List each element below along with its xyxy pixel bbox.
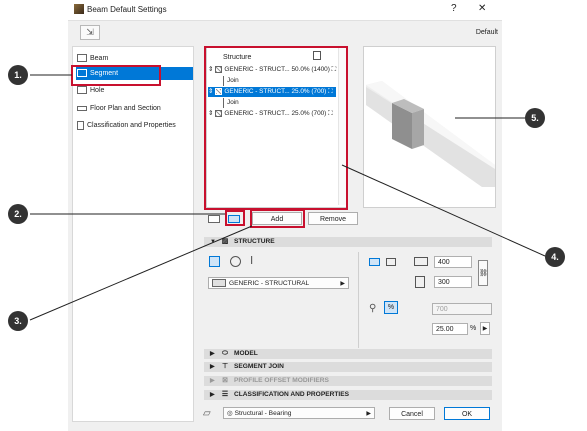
favorites-icon[interactable]: ⇲ xyxy=(80,25,100,40)
expand-arrow-icon: ▶ xyxy=(210,364,215,370)
chain-link-icon[interactable]: ⛓ xyxy=(478,260,488,286)
layer-dropdown[interactable]: ◎ Structural - Bearing ▶ xyxy=(223,407,375,419)
beam-preview-image xyxy=(366,81,495,187)
segment-view-icon[interactable] xyxy=(208,215,220,223)
collapse-arrow-icon: ▼ xyxy=(210,239,216,245)
length-field: 700 xyxy=(432,303,492,315)
rectangular-shape-icon[interactable] xyxy=(209,256,220,267)
tree-item-label: Classification and Properties xyxy=(87,122,176,129)
callout-5: 5. xyxy=(525,108,545,128)
help-button[interactable]: ? xyxy=(451,3,457,14)
lock-length-icon[interactable]: ⚲ xyxy=(369,303,376,314)
classification-section-header[interactable]: ▶ ☰ CLASSIFICATION AND PROPERTIES xyxy=(204,390,492,400)
segment-preview[interactable] xyxy=(363,46,496,208)
highlight-segment xyxy=(71,65,161,86)
expand-arrow-icon: ▶ xyxy=(210,378,215,384)
callout-3: 3. xyxy=(8,311,28,331)
cancel-button[interactable]: Cancel xyxy=(389,407,435,420)
callout-4: 4. xyxy=(545,247,565,267)
classification-icon xyxy=(77,120,84,130)
section-title: MODEL xyxy=(234,350,258,357)
panel-divider xyxy=(358,252,359,348)
classification-icon: ☰ xyxy=(221,391,229,398)
tree-item-beam[interactable]: Beam xyxy=(77,52,108,65)
title-bar: Beam Default Settings ? ✕ xyxy=(68,0,502,20)
window-title: Beam Default Settings xyxy=(87,5,167,14)
dropdown-arrow-icon: ▶ xyxy=(366,411,371,417)
segment-join-section-header[interactable]: ▶ ⊤ SEGMENT JOIN xyxy=(204,362,492,372)
default-label: Default xyxy=(475,29,498,36)
percent-menu-arrow-icon[interactable]: ▶ xyxy=(480,322,490,335)
model-section-header[interactable]: ▶ ⬭ MODEL xyxy=(204,349,492,359)
expand-arrow-icon: ▶ xyxy=(210,392,215,398)
model-section-icon: ⬭ xyxy=(222,350,228,357)
tree-item-floor-plan[interactable]: Floor Plan and Section xyxy=(77,102,161,115)
highlight-add-button xyxy=(250,209,305,228)
hole-icon xyxy=(77,86,87,95)
callout-2: 2. xyxy=(8,204,28,224)
profile-offset-section-header: ▶ ⊠ PROFILE OFFSET MODIFIERS xyxy=(204,376,492,386)
material-dropdown[interactable]: GENERIC - STRUCTURAL ▶ xyxy=(208,277,349,289)
width-dimension-icon xyxy=(414,257,428,266)
percent-unit: % xyxy=(470,325,477,332)
app-icon xyxy=(74,4,84,14)
circular-shape-icon[interactable] xyxy=(230,256,241,267)
height-dimension-icon xyxy=(415,276,425,288)
tree-item-label: Hole xyxy=(90,87,105,94)
remove-button[interactable]: Remove xyxy=(308,212,358,225)
tree-item-label: Beam xyxy=(90,55,109,62)
title-divider xyxy=(68,20,502,21)
callout-1: 1. xyxy=(8,65,28,85)
structure-section-header[interactable]: ▼ ▨ STRUCTURE xyxy=(204,237,492,247)
highlight-view-icon xyxy=(225,210,245,226)
tree-item-classification[interactable]: Classification and Properties xyxy=(77,119,176,132)
profile-shape-icon[interactable]: Ⅰ xyxy=(250,254,253,267)
tree-item-label: Floor Plan and Section xyxy=(90,105,161,112)
floor-plan-icon xyxy=(77,105,87,111)
structure-section-icon: ▨ xyxy=(221,238,229,245)
percent-mode-icon[interactable]: % xyxy=(384,301,398,314)
beam-icon xyxy=(77,54,87,63)
height-field[interactable]: 300 xyxy=(434,276,472,288)
percent-field[interactable]: 25.00 xyxy=(432,323,468,335)
layer-icon: ▱ xyxy=(203,408,211,419)
segment-join-icon: ⊤ xyxy=(221,363,229,370)
ok-button[interactable]: OK xyxy=(444,407,490,420)
height-mode-icon[interactable] xyxy=(386,258,396,266)
section-title: PROFILE OFFSET MODIFIERS xyxy=(234,377,329,384)
section-title: SEGMENT JOIN xyxy=(234,363,284,370)
material-swatch-icon xyxy=(212,279,226,288)
dropdown-arrow-icon: ▶ xyxy=(340,281,345,287)
section-title: CLASSIFICATION AND PROPERTIES xyxy=(234,391,350,398)
profile-offset-icon: ⊠ xyxy=(222,377,228,384)
highlight-structure-list xyxy=(204,46,348,210)
expand-arrow-icon: ▶ xyxy=(210,351,215,357)
width-mode-icon[interactable] xyxy=(369,258,380,266)
width-field[interactable]: 400 xyxy=(434,256,472,268)
section-title: STRUCTURE xyxy=(234,238,275,245)
settings-tree: Beam Segment Hole Floor Plan and Section… xyxy=(72,46,194,422)
material-value: GENERIC - STRUCTURAL xyxy=(229,280,310,287)
close-button[interactable]: ✕ xyxy=(478,3,486,14)
visibility-icon: ◎ xyxy=(227,410,233,417)
layer-value: Structural - Bearing xyxy=(234,410,292,417)
